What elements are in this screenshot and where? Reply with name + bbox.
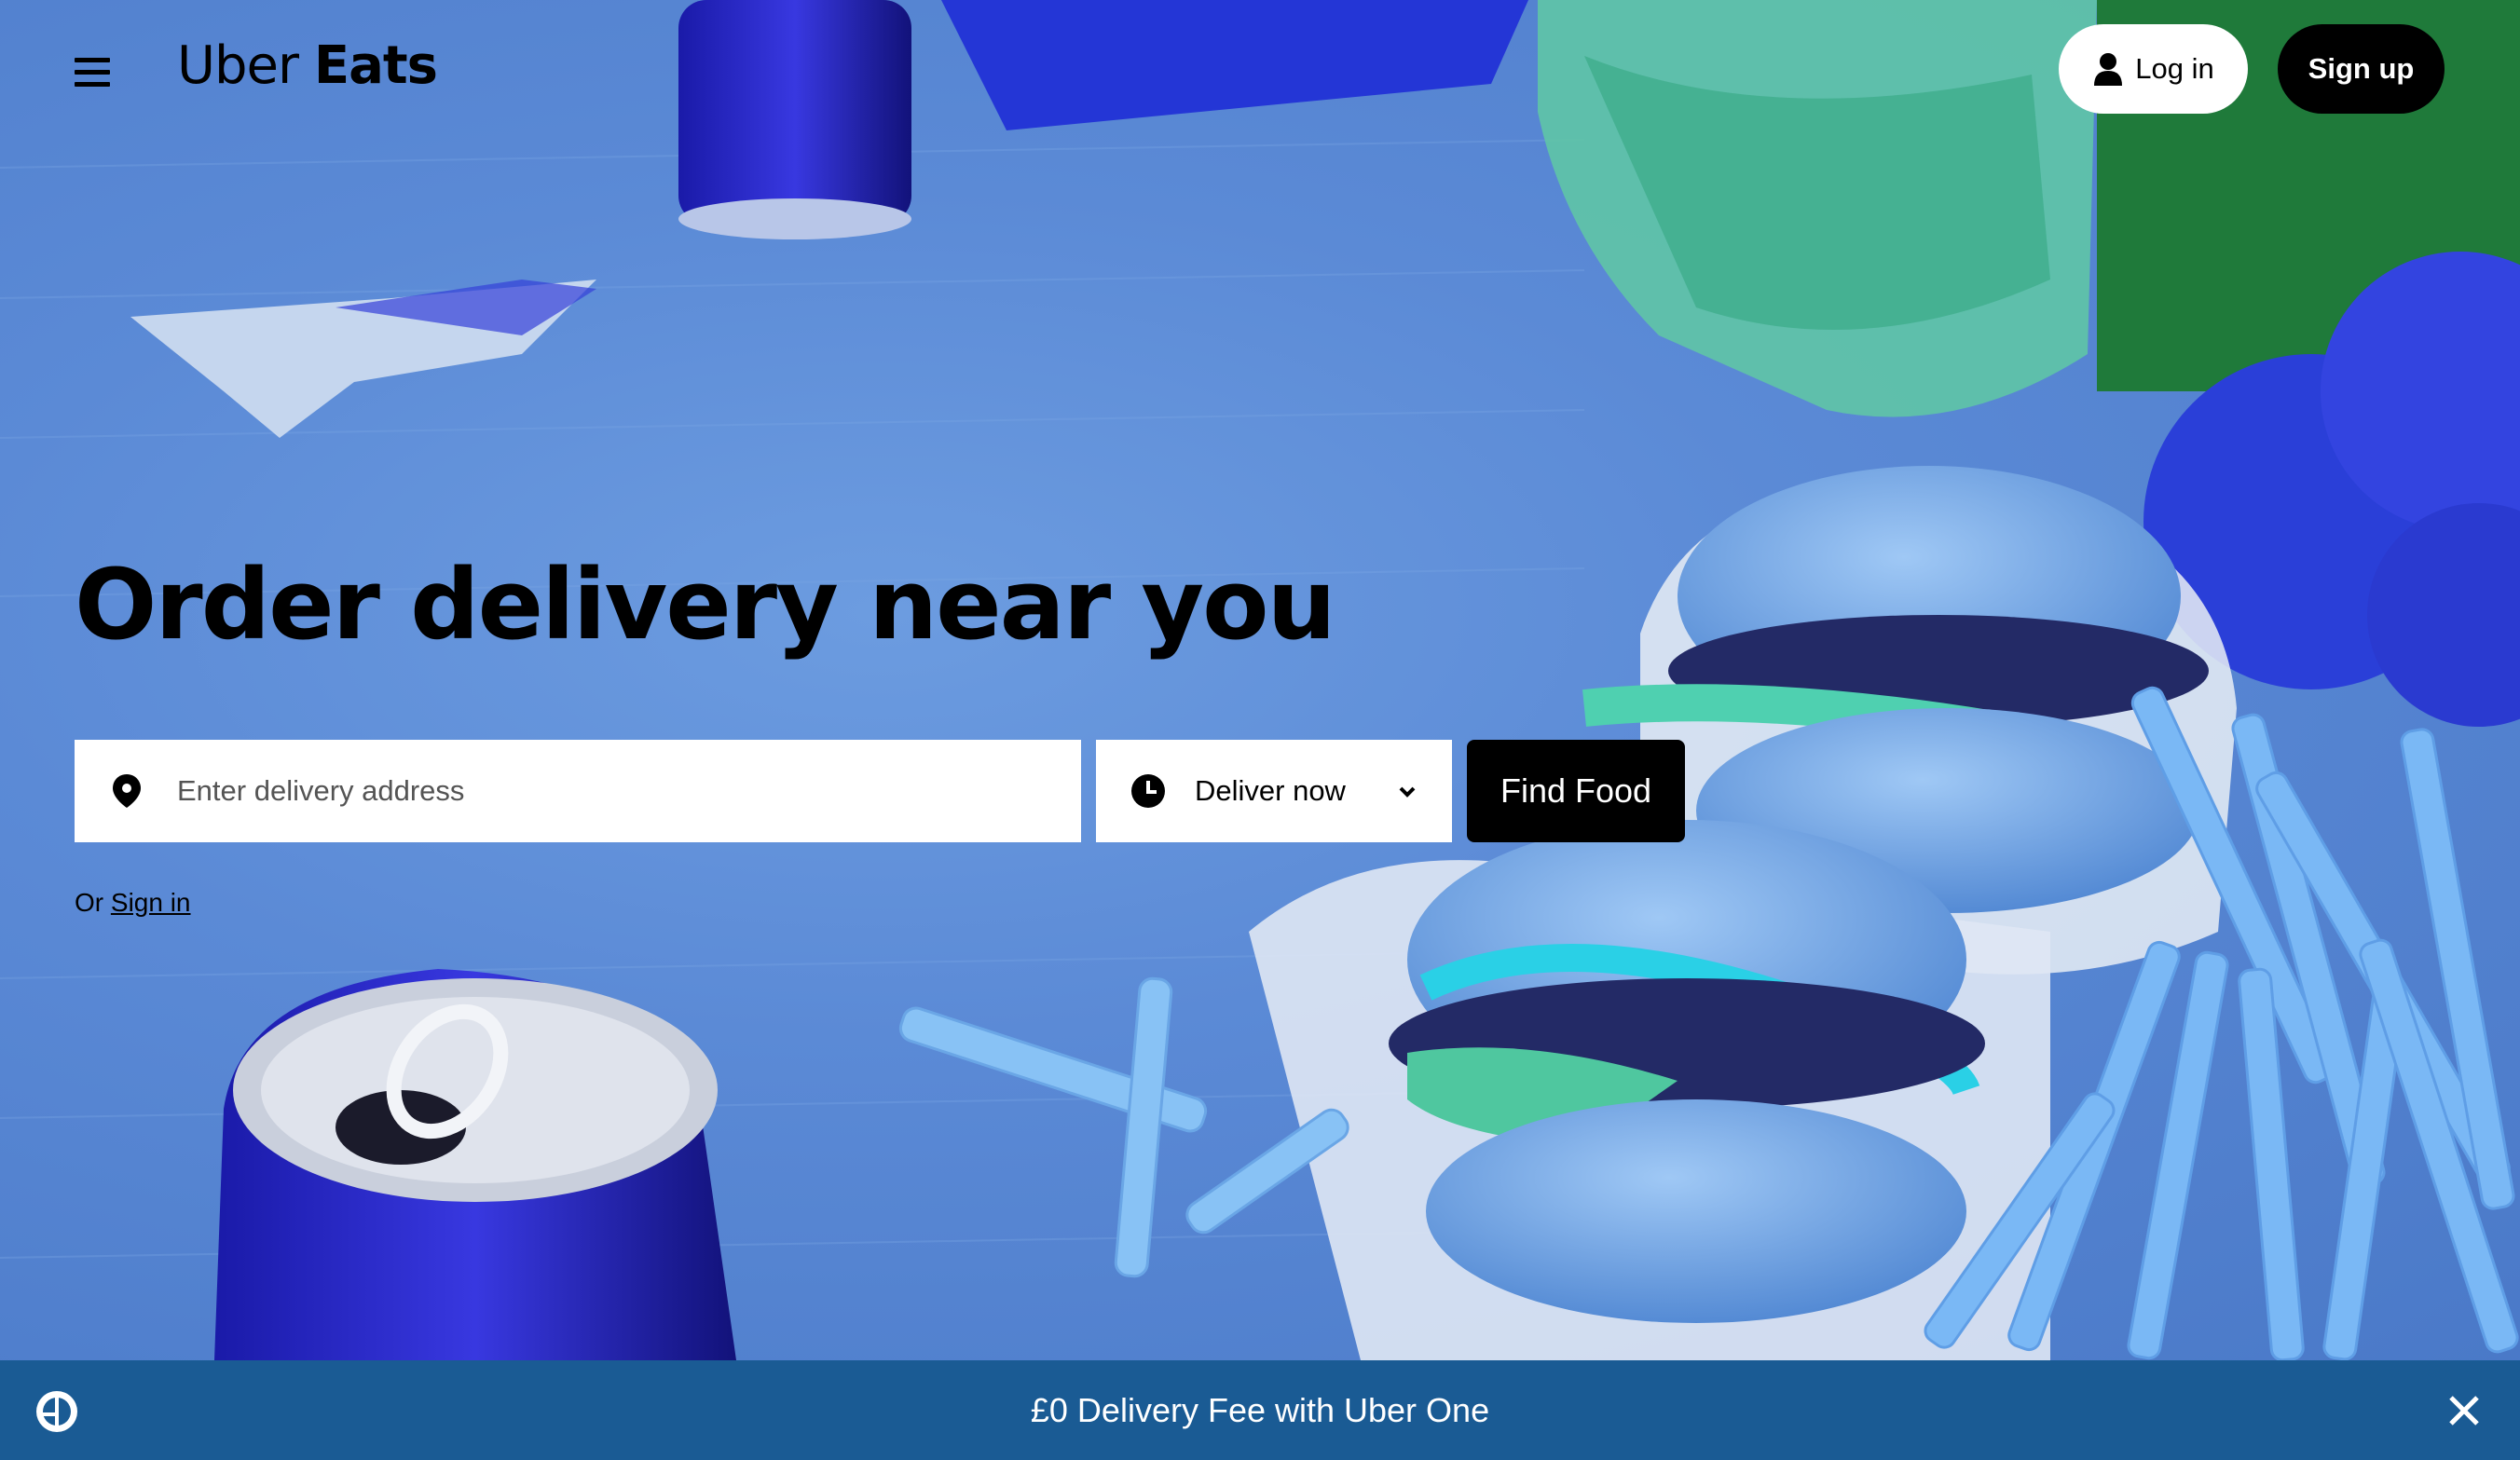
user-icon: [2094, 53, 2123, 86]
delivery-address-field[interactable]: [75, 740, 1081, 842]
hero-section: Uber Eats Log in Sign up Order delivery …: [0, 0, 2520, 1360]
hero-background-image: [0, 0, 2520, 1360]
login-label: Log in: [2135, 52, 2214, 85]
uber-eats-logo[interactable]: Uber Eats: [177, 35, 438, 96]
sign-in-link[interactable]: Sign in: [111, 888, 191, 917]
menu-icon-line: [75, 69, 110, 75]
menu-icon-line: [75, 81, 110, 87]
banner-text: £0 Delivery Fee with Uber One: [1030, 1390, 1490, 1429]
find-food-label: Find Food: [1500, 771, 1652, 810]
delivery-address-input[interactable]: [175, 773, 1018, 809]
logo-text-eats: Eats: [313, 35, 438, 96]
logo-text-uber: Uber: [177, 35, 299, 96]
or-text: Or: [75, 888, 104, 917]
login-button[interactable]: Log in: [2059, 24, 2248, 114]
uber-one-icon: [36, 1391, 77, 1432]
close-icon[interactable]: [2442, 1388, 2486, 1433]
uber-one-banner[interactable]: £0 Delivery Fee with Uber One: [0, 1360, 2520, 1460]
find-food-button[interactable]: Find Food: [1467, 740, 1685, 842]
hero-headline: Order delivery near you: [75, 548, 1336, 662]
chevron-down-icon: [1399, 786, 1416, 798]
clock-icon: [1131, 774, 1165, 808]
sign-in-prompt: Or Sign in: [75, 888, 191, 918]
deliver-time-select[interactable]: Deliver now: [1096, 740, 1452, 842]
menu-button[interactable]: [67, 50, 119, 93]
location-pin-icon: [113, 774, 141, 808]
signup-label: Sign up: [2308, 52, 2415, 85]
signup-button[interactable]: Sign up: [2278, 24, 2445, 114]
menu-icon: [75, 57, 110, 62]
deliver-time-label: Deliver now: [1195, 774, 1346, 807]
